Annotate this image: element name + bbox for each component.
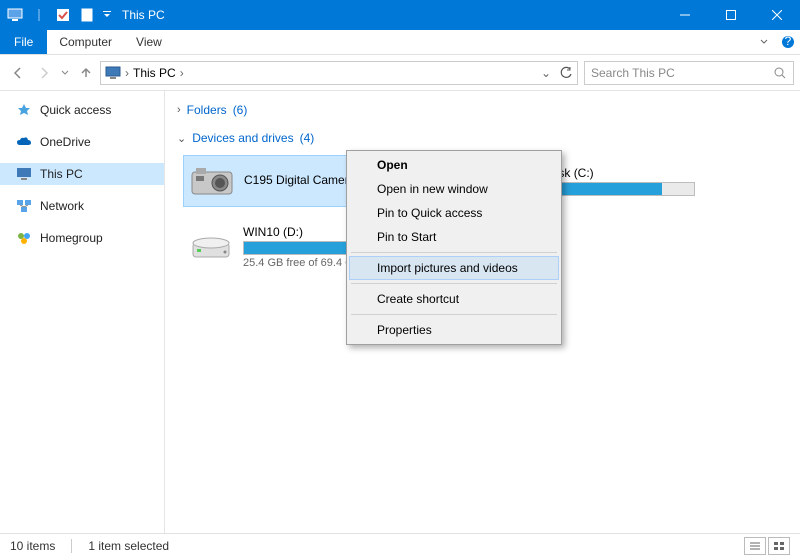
- sidebar-item-onedrive[interactable]: OneDrive: [0, 131, 164, 153]
- cm-open[interactable]: Open: [349, 153, 559, 177]
- divider-icon: [28, 4, 50, 26]
- status-selection-count: 1 item selected: [88, 539, 169, 553]
- sidebar-item-homegroup[interactable]: Homegroup: [0, 227, 164, 249]
- chevron-right-icon[interactable]: ›: [180, 66, 184, 80]
- chevron-down-icon: ⌄: [177, 132, 186, 145]
- ribbon-tabs: File Computer View ?: [0, 30, 800, 55]
- maximize-button[interactable]: [708, 0, 754, 30]
- cm-pin-start[interactable]: Pin to Start: [349, 225, 559, 249]
- sidebar-item-network[interactable]: Network: [0, 195, 164, 217]
- svg-text:?: ?: [785, 35, 792, 48]
- separator: [351, 314, 557, 315]
- sidebar-item-label: OneDrive: [40, 135, 91, 149]
- chevron-right-icon: ›: [177, 104, 181, 116]
- search-icon[interactable]: [773, 66, 787, 80]
- separator: [71, 539, 72, 553]
- pc-icon: [16, 166, 32, 182]
- pc-icon[interactable]: [4, 4, 26, 26]
- breadcrumb-item[interactable]: This PC: [133, 66, 176, 80]
- camera-icon: [190, 162, 234, 200]
- cm-open-new-window[interactable]: Open in new window: [349, 177, 559, 201]
- separator: [351, 283, 557, 284]
- view-tab[interactable]: View: [124, 30, 174, 54]
- sidebar-item-label: This PC: [40, 167, 83, 181]
- cm-properties[interactable]: Properties: [349, 318, 559, 342]
- section-label: Folders: [187, 103, 227, 117]
- sidebar-item-label: Homegroup: [40, 231, 103, 245]
- title-bar: This PC: [0, 0, 800, 30]
- forward-button[interactable]: [32, 61, 56, 85]
- back-button[interactable]: [6, 61, 30, 85]
- close-button[interactable]: [754, 0, 800, 30]
- network-icon: [16, 198, 32, 214]
- sidebar-item-this-pc[interactable]: This PC: [0, 163, 164, 185]
- address-bar[interactable]: › This PC › ⌄: [100, 61, 578, 85]
- sidebar-item-label: Network: [40, 199, 84, 213]
- computer-tab[interactable]: Computer: [47, 30, 124, 54]
- cm-import-pictures[interactable]: Import pictures and videos: [349, 256, 559, 280]
- section-drives-header[interactable]: ⌄ Devices and drives (4): [175, 127, 790, 149]
- chevron-right-icon[interactable]: ›: [125, 66, 129, 80]
- sidebar-item-quick-access[interactable]: Quick access: [0, 99, 164, 121]
- help-icon[interactable]: ?: [776, 30, 800, 54]
- disk-icon: [189, 228, 233, 266]
- new-folder-icon[interactable]: [76, 4, 98, 26]
- properties-icon[interactable]: [52, 4, 74, 26]
- details-view-button[interactable]: [744, 537, 766, 555]
- file-tab[interactable]: File: [0, 30, 47, 54]
- section-label: Devices and drives: [192, 131, 293, 145]
- recent-locations-icon[interactable]: [58, 61, 72, 85]
- sidebar-item-label: Quick access: [40, 103, 111, 117]
- section-folders-header[interactable]: › Folders (6): [175, 99, 790, 121]
- separator: [351, 252, 557, 253]
- address-dropdown-icon[interactable]: ⌄: [541, 66, 551, 80]
- context-menu: Open Open in new window Pin to Quick acc…: [346, 150, 562, 345]
- search-placeholder: Search This PC: [591, 66, 675, 80]
- quick-access-toolbar: [0, 4, 118, 26]
- navigation-bar: › This PC › ⌄ Search This PC: [0, 55, 800, 91]
- section-count: (4): [300, 131, 315, 145]
- expand-ribbon-icon[interactable]: [752, 30, 776, 54]
- pc-icon: [105, 65, 121, 81]
- star-icon: [16, 102, 32, 118]
- window-title: This PC: [122, 8, 165, 22]
- cm-pin-quick-access[interactable]: Pin to Quick access: [349, 201, 559, 225]
- homegroup-icon: [16, 230, 32, 246]
- large-icons-view-button[interactable]: [768, 537, 790, 555]
- up-button[interactable]: [74, 61, 98, 85]
- minimize-button[interactable]: [662, 0, 708, 30]
- search-input[interactable]: Search This PC: [584, 61, 794, 85]
- qat-dropdown-icon[interactable]: [100, 4, 114, 26]
- refresh-icon[interactable]: [559, 66, 573, 80]
- cloud-icon: [16, 134, 32, 150]
- cm-create-shortcut[interactable]: Create shortcut: [349, 287, 559, 311]
- navigation-pane: Quick access OneDrive This PC Network Ho…: [0, 91, 165, 533]
- status-bar: 10 items 1 item selected: [0, 533, 800, 557]
- status-item-count: 10 items: [10, 539, 55, 553]
- section-count: (6): [233, 103, 248, 117]
